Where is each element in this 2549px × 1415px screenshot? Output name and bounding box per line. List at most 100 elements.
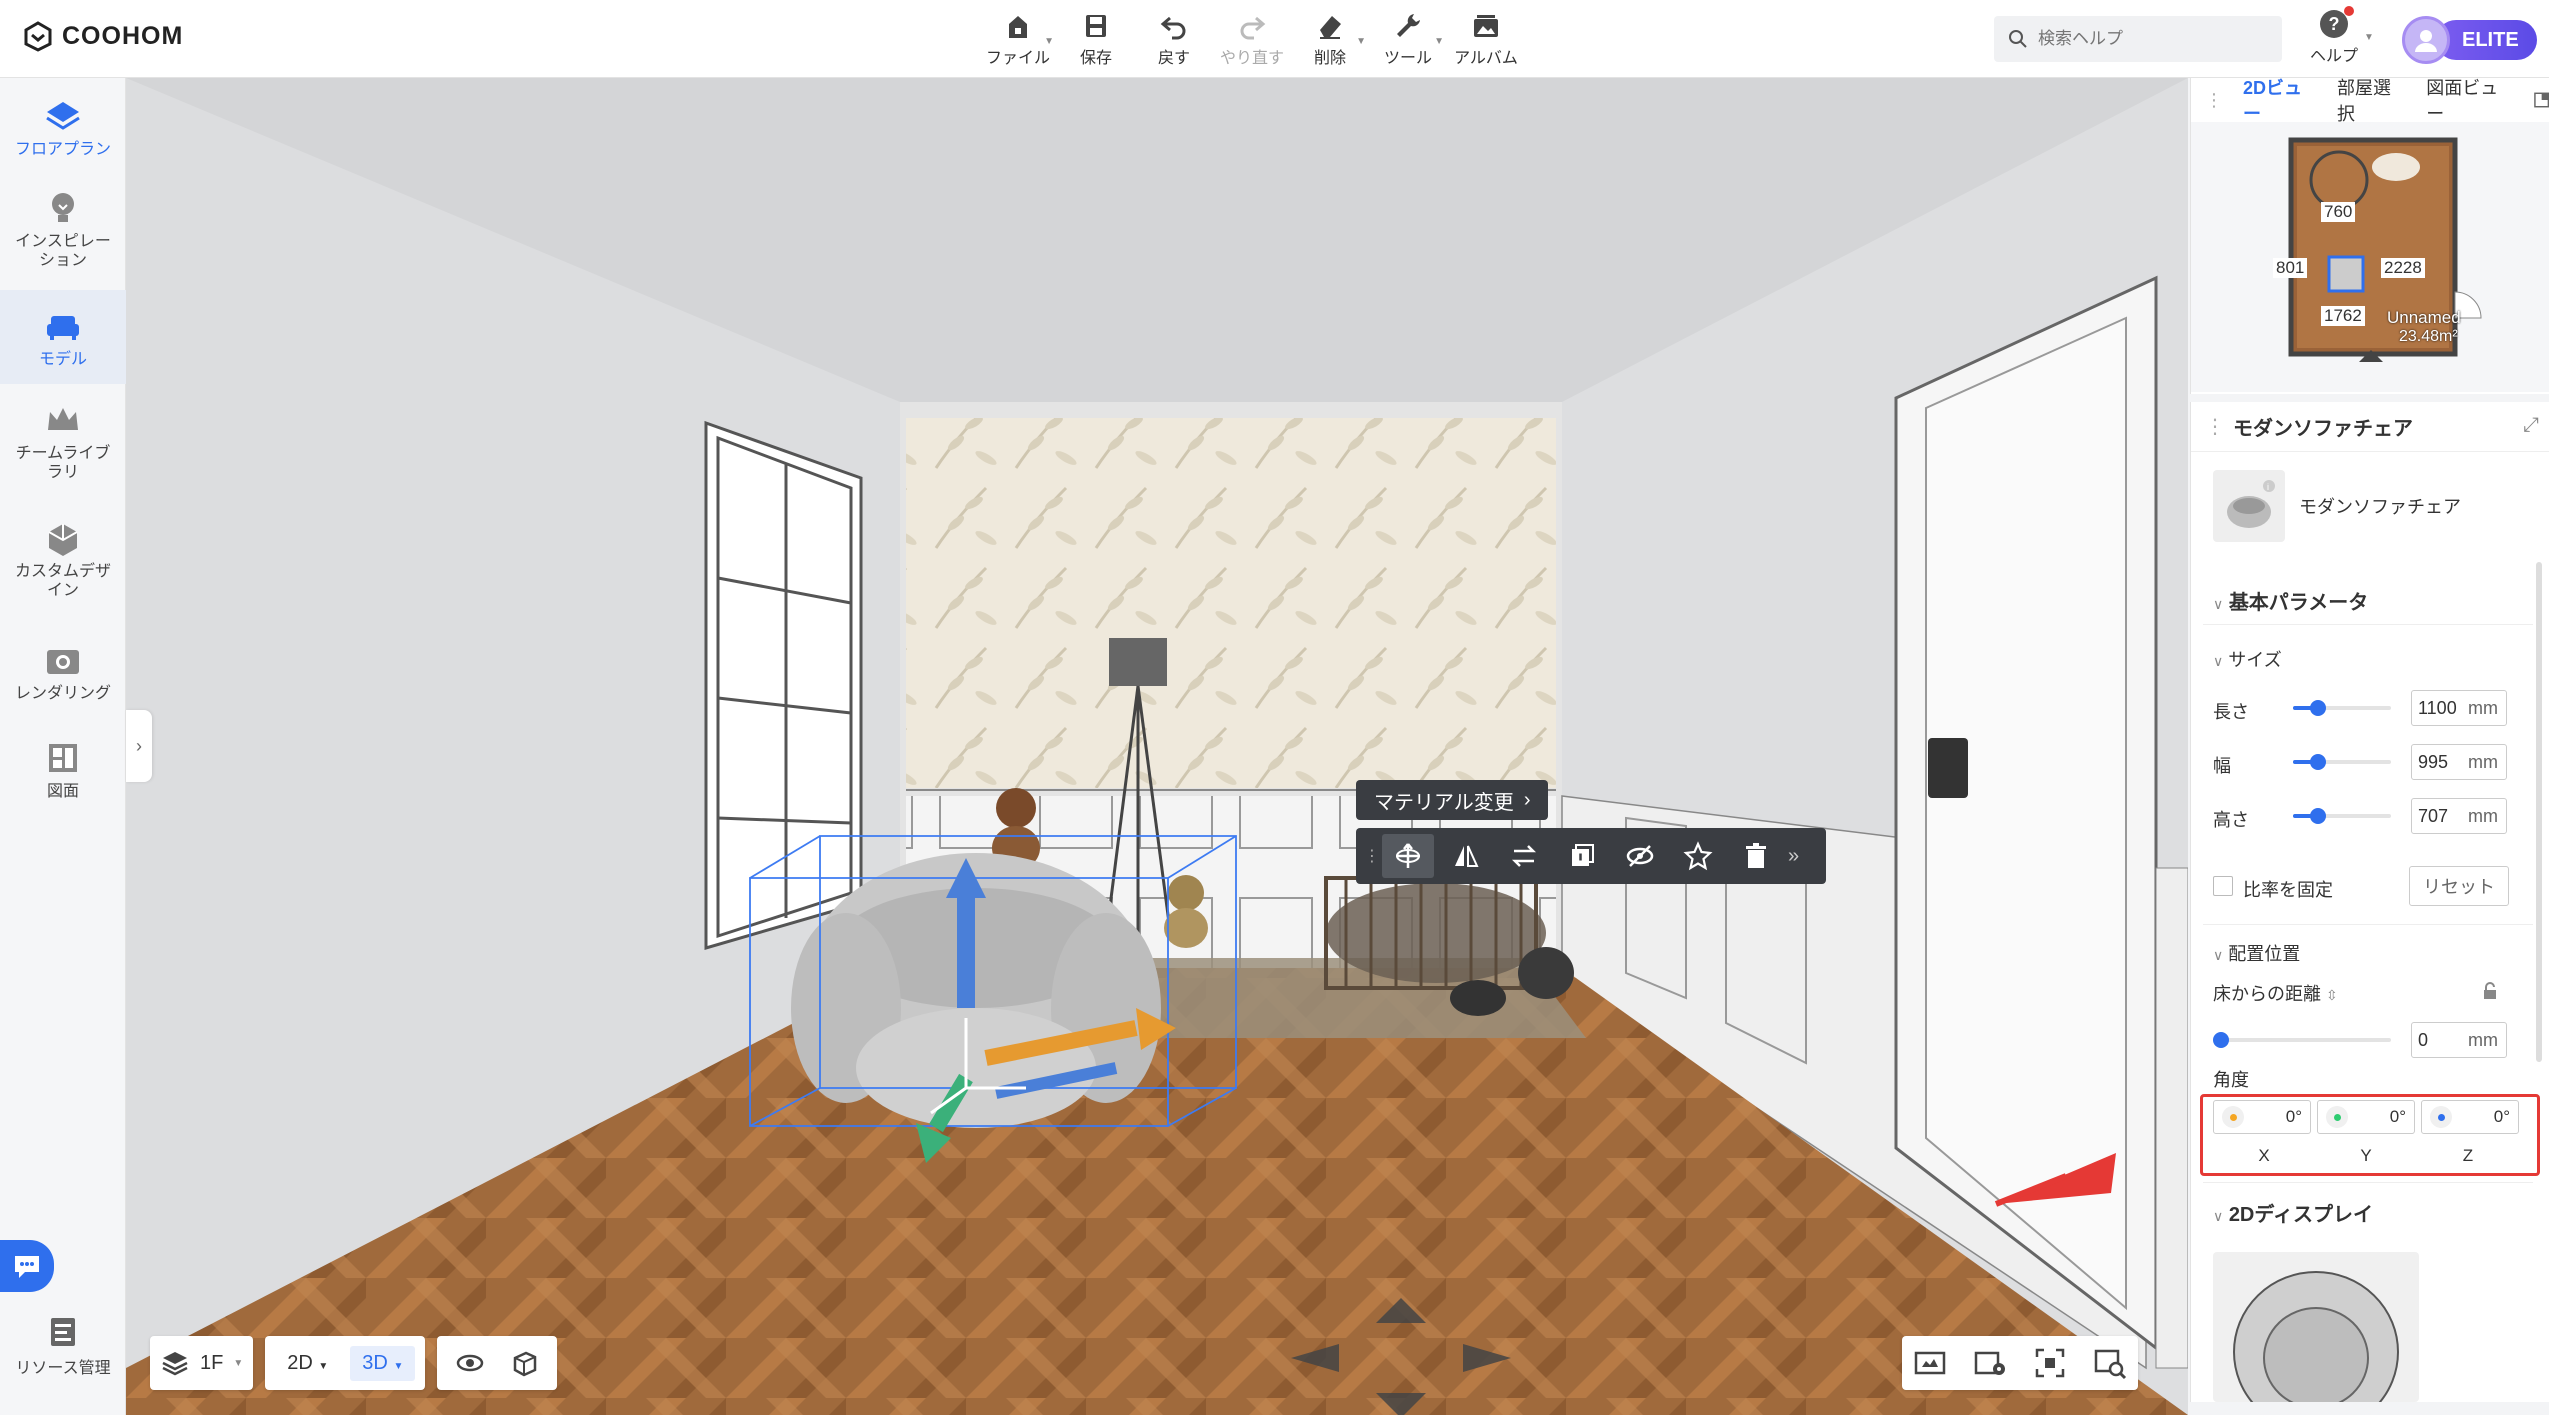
tab-2d-view[interactable]: 2Dビュー	[2243, 74, 2317, 126]
chat-bubble-icon	[15, 1256, 39, 1278]
2d-display-title: 2Dディスプレイ	[2228, 1204, 2373, 1226]
axis-x-label: X	[2258, 1146, 2270, 1165]
mirror-button[interactable]	[1440, 834, 1492, 878]
resource-icon	[51, 1318, 75, 1346]
chevron-down-icon: ∨	[2213, 653, 2224, 669]
tab-drawing-view[interactable]: 図面ビュー	[2426, 74, 2513, 126]
hide-button[interactable]	[1614, 834, 1666, 878]
room-3d-scene[interactable]	[126, 78, 2188, 1415]
sidebar-item-floorplan[interactable]: フロアプラン	[0, 96, 126, 159]
2d-display-section[interactable]: ∨ 2Dディスプレイ	[2213, 1198, 2373, 1227]
nav-down-arrow[interactable]	[1376, 1393, 1426, 1415]
delete-menu-button[interactable]: 削除 ▼	[1302, 10, 1366, 68]
zoom-view-icon[interactable]	[2092, 1345, 2128, 1381]
height-slider[interactable]	[2293, 808, 2391, 824]
2d-display-preview[interactable]	[2213, 1252, 2419, 1402]
favorite-button[interactable]	[1672, 834, 1724, 878]
sidebar-item-drawing[interactable]: 図面	[0, 738, 126, 801]
angle-z-input[interactable]: 0°	[2421, 1100, 2519, 1134]
sidebar-item-label: インスピレーション	[15, 233, 111, 269]
chat-button[interactable]	[0, 1240, 54, 1292]
3d-viewport[interactable]: マテリアル変更 › ⋮ »	[126, 78, 2188, 1415]
view-2d-button[interactable]: 2D ▼	[275, 1346, 340, 1381]
angle-x-input[interactable]: 0°	[2213, 1100, 2311, 1134]
help-search[interactable]	[1994, 16, 2282, 62]
sidebar-item-custom-design[interactable]: カスタムデザイン	[0, 518, 126, 600]
slider-knob[interactable]	[2309, 754, 2326, 770]
lock-ratio-checkbox[interactable]	[2213, 876, 2233, 896]
help-button[interactable]: ? ヘルプ ▼	[2310, 6, 2374, 66]
basic-params-section[interactable]: ∨ 基本パラメータ	[2213, 586, 2368, 615]
save-button[interactable]: 保存	[1068, 10, 1124, 68]
divider	[2203, 924, 2533, 925]
angle-y-input[interactable]: 0°	[2317, 1100, 2415, 1134]
undo-button[interactable]: 戻す	[1146, 10, 1202, 68]
tools-menu-button[interactable]: ツール ▼	[1380, 10, 1444, 68]
product-thumbnail[interactable]: i	[2213, 470, 2285, 542]
home-file-icon	[1009, 16, 1027, 38]
sidebar-item-team-library[interactable]: チームライブラリ	[0, 400, 126, 482]
drag-handle-icon[interactable]: ⋮	[2205, 90, 2223, 111]
cube-view-icon[interactable]	[509, 1348, 539, 1378]
undo-icon	[1160, 16, 1186, 40]
delete-object-button[interactable]	[1730, 834, 1782, 878]
slider-knob[interactable]	[2309, 700, 2326, 716]
reset-button[interactable]: リセット	[2409, 866, 2509, 906]
redo-button[interactable]: やり直す	[1220, 10, 1284, 68]
sidebar-item-inspiration[interactable]: インスピレーション	[0, 188, 126, 270]
drag-handle-icon[interactable]: ⋮	[1364, 846, 1380, 866]
slider-knob[interactable]	[2213, 1032, 2229, 1048]
floor-selector[interactable]: 1F ▼	[150, 1336, 254, 1390]
nav-up-arrow[interactable]	[1376, 1298, 1426, 1323]
angle-inputs: 0° 0° 0°	[2213, 1100, 2519, 1140]
position-section[interactable]: ∨ 配置位置	[2213, 940, 2300, 966]
avatar[interactable]	[2402, 16, 2450, 64]
length-input[interactable]: 1100 mm	[2411, 690, 2507, 726]
resource-management[interactable]: リソース管理	[0, 1314, 126, 1378]
floor-distance-input[interactable]: 0 mm	[2411, 1022, 2507, 1058]
album-icon	[1474, 15, 1498, 37]
width-input[interactable]: 995 mm	[2411, 744, 2507, 780]
expand-icon[interactable]: ⤢	[2523, 414, 2539, 437]
tab-room-select[interactable]: 部屋選択	[2337, 74, 2406, 126]
collapse-panel-icon[interactable]	[2533, 91, 2549, 109]
move-tool-button[interactable]	[1382, 834, 1434, 878]
sidebar-toggle[interactable]: ›	[126, 710, 152, 782]
slider-knob[interactable]	[2309, 808, 2326, 824]
size-section[interactable]: ∨ サイズ	[2213, 646, 2282, 672]
album-button[interactable]: アルバム	[1454, 10, 1518, 68]
scrollbar[interactable]	[2536, 562, 2542, 1062]
camera-settings-icon[interactable]	[1972, 1345, 2008, 1381]
material-change-button[interactable]: マテリアル変更 ›	[1356, 780, 1549, 820]
nav-left-arrow[interactable]	[1291, 1344, 1339, 1372]
mini-map[interactable]: 760 801 2228 1762 Unnamed 23.48m²	[2191, 122, 2549, 392]
elite-badge[interactable]: ELITE	[2436, 20, 2537, 60]
unlock-icon[interactable]	[2481, 982, 2499, 1000]
search-input[interactable]	[2038, 29, 2258, 49]
height-input[interactable]: 707 mm	[2411, 798, 2507, 834]
eye-icon[interactable]	[455, 1348, 485, 1378]
material-change-label: マテリアル変更	[1374, 791, 1514, 814]
sidebar-item-label: フロアプラン	[14, 141, 111, 158]
chevron-double-right-icon[interactable]: »	[1788, 845, 1808, 868]
width-slider[interactable]	[2293, 754, 2391, 770]
floor-distance-slider[interactable]	[2213, 1032, 2391, 1048]
sidebar-item-model[interactable]: モデル	[0, 290, 126, 384]
file-menu-button[interactable]: ファイル ▼	[986, 10, 1054, 68]
coohom-logo[interactable]: COOHOM	[22, 20, 183, 52]
view-3d-label: 3D	[362, 1351, 388, 1374]
chevron-down-icon: ▼	[1434, 36, 1444, 47]
nav-right-arrow[interactable]	[1463, 1344, 1511, 1372]
unit-label: mm	[2468, 1029, 2498, 1050]
view-3d-button[interactable]: 3D ▼	[350, 1345, 416, 1381]
length-label: 長さ	[2213, 702, 2249, 722]
length-slider[interactable]	[2293, 700, 2391, 716]
replace-button[interactable]	[1498, 834, 1550, 878]
drag-handle-icon[interactable]: ⋮	[2205, 414, 2225, 439]
sidebar-item-rendering[interactable]: レンダリング	[0, 640, 126, 703]
axis-z-label: Z	[2462, 1146, 2474, 1165]
unit-label: mm	[2468, 805, 2498, 826]
duplicate-button[interactable]	[1556, 834, 1608, 878]
camera-preset-icon[interactable]	[1912, 1345, 1948, 1381]
focus-icon[interactable]	[2032, 1345, 2068, 1381]
